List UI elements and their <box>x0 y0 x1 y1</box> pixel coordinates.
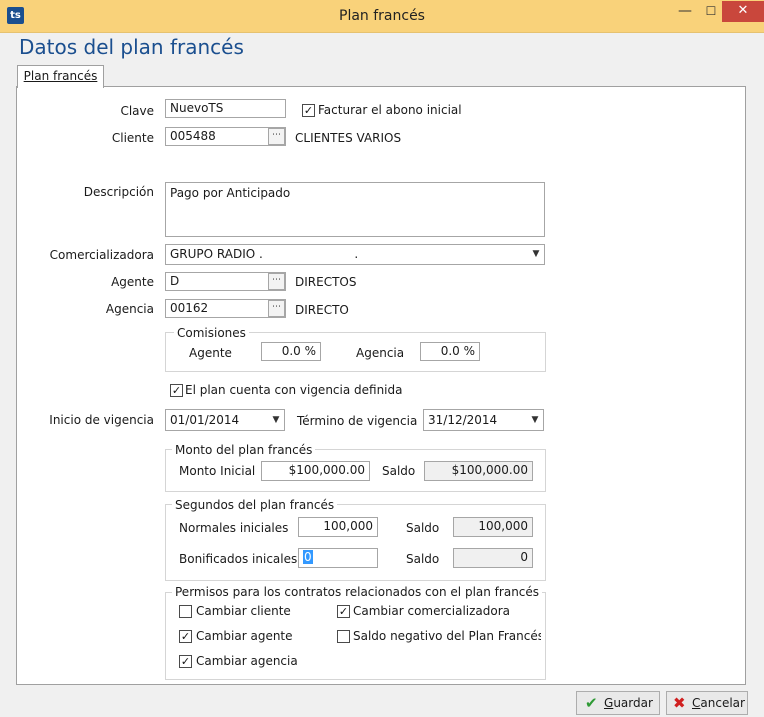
monto-saldo-label: Saldo <box>382 464 416 478</box>
segundos-group <box>165 504 546 581</box>
agencia-name: DIRECTO <box>295 303 349 317</box>
vigencia-checkbox[interactable]: ✓ <box>170 384 183 397</box>
x-mark-icon: ✖ <box>673 694 686 712</box>
clave-label: Clave <box>120 104 154 118</box>
facturar-checkbox[interactable]: ✓ <box>302 104 315 117</box>
comisiones-title: Comisiones <box>174 326 249 340</box>
monto-inicial-label: Monto Inicial <box>179 464 256 478</box>
agencia-lookup-button[interactable]: ⋯ <box>268 300 285 317</box>
check-icon: ✓ <box>303 104 314 117</box>
cambiar-comercializadora-label: Cambiar comercializadora <box>353 604 511 618</box>
cambiar-comercializadora-checkbox[interactable]: ✓ <box>337 605 350 618</box>
comision-agencia-input[interactable]: 0.0 % <box>420 342 480 361</box>
termino-vigencia-label: Término de vigencia <box>297 414 418 428</box>
bonificados-selected-text: 0 <box>303 550 313 564</box>
agente-name: DIRECTOS <box>295 275 357 289</box>
check-icon: ✓ <box>338 605 349 618</box>
ellipsis-icon: ⋯ <box>272 302 281 312</box>
saldo-negativo-label: Saldo negativo del Plan Francés <box>353 629 541 643</box>
comercializadora-label: Comercializadora <box>49 248 154 262</box>
agente-lookup-button[interactable]: ⋯ <box>268 273 285 290</box>
check-icon: ✓ <box>180 655 191 668</box>
cliente-lookup-button[interactable]: ⋯ <box>268 128 285 145</box>
check-icon: ✓ <box>180 630 191 643</box>
close-button[interactable]: ✕ <box>722 1 764 22</box>
bonificados-label: Bonificados inicales <box>179 552 298 566</box>
minimize-button[interactable]: — <box>672 1 698 22</box>
tab-plan-frances[interactable]: Plan francés <box>17 65 104 88</box>
maximize-icon: ☐ <box>705 4 717 18</box>
normales-label: Normales iniciales <box>179 521 289 535</box>
cancelar-button[interactable]: ✖ Cancelar <box>666 691 748 715</box>
ellipsis-icon: ⋯ <box>272 130 281 140</box>
permisos-title: Permisos para los contratos relacionados… <box>172 585 543 599</box>
cambiar-cliente-checkbox[interactable] <box>179 605 192 618</box>
descripcion-label: Descripción <box>83 185 154 199</box>
monto-inicial-input[interactable]: $100,000.00 <box>261 461 370 481</box>
termino-vigencia-picker[interactable]: 31/12/2014 <box>423 409 544 431</box>
normales-input[interactable]: 100,000 <box>298 517 378 537</box>
tab-label: Plan francés <box>23 69 98 83</box>
minimize-icon: — <box>678 3 692 19</box>
vigencia-checkbox-label: El plan cuenta con vigencia definida <box>185 383 403 397</box>
saldo-bonificados-field: 0 <box>453 548 533 568</box>
inicio-vigencia-picker[interactable]: 01/01/2014 <box>165 409 285 431</box>
guardar-label: Guardar <box>604 696 653 710</box>
guardar-button[interactable]: ✔ Guardar <box>576 691 660 715</box>
comercializadora-select[interactable]: GRUPO RADIO . . <box>165 244 545 265</box>
comision-agente-input[interactable]: 0.0 % <box>261 342 321 361</box>
cambiar-agencia-checkbox[interactable]: ✓ <box>179 655 192 668</box>
cambiar-cliente-label: Cambiar cliente <box>196 604 291 618</box>
checkmark-icon: ✔ <box>585 694 598 712</box>
clave-input[interactable]: NuevoTS <box>165 99 286 118</box>
maximize-button[interactable]: ☐ <box>698 1 724 22</box>
chevron-down-icon[interactable]: ▼ <box>270 412 282 428</box>
close-icon: ✕ <box>737 3 749 18</box>
cambiar-agente-label: Cambiar agente <box>196 629 293 643</box>
cambiar-agencia-label: Cambiar agencia <box>196 654 298 668</box>
saldo-negativo-checkbox[interactable] <box>337 630 350 643</box>
chevron-down-icon[interactable]: ▼ <box>529 412 541 428</box>
check-icon: ✓ <box>171 384 182 397</box>
segundos-title: Segundos del plan francés <box>172 498 338 512</box>
cliente-label: Cliente <box>111 131 154 145</box>
descripcion-textarea[interactable]: Pago por Anticipado <box>165 182 545 237</box>
cliente-name: CLIENTES VARIOS <box>295 131 402 145</box>
agencia-label: Agencia <box>105 302 154 316</box>
bonificados-input[interactable]: 0 <box>298 548 378 568</box>
saldo-normales-field: 100,000 <box>453 517 533 537</box>
chevron-down-icon[interactable]: ▼ <box>530 246 542 262</box>
ellipsis-icon: ⋯ <box>272 275 281 285</box>
inicio-vigencia-label: Inicio de vigencia <box>49 413 154 427</box>
cambiar-agente-checkbox[interactable]: ✓ <box>179 630 192 643</box>
comision-agencia-label: Agencia <box>356 346 405 360</box>
comision-agente-label: Agente <box>189 346 232 360</box>
agente-label: Agente <box>111 275 154 289</box>
cancelar-label: Cancelar <box>692 696 745 710</box>
window-title: Plan francés <box>339 8 425 24</box>
saldo-bonificados-label: Saldo <box>406 552 440 566</box>
facturar-label: Facturar el abono inicial <box>318 103 462 117</box>
monto-title: Monto del plan francés <box>172 443 316 457</box>
saldo-normales-label: Saldo <box>406 521 440 535</box>
monto-saldo-field: $100,000.00 <box>424 461 533 481</box>
page-title: Datos del plan francés <box>19 35 244 59</box>
